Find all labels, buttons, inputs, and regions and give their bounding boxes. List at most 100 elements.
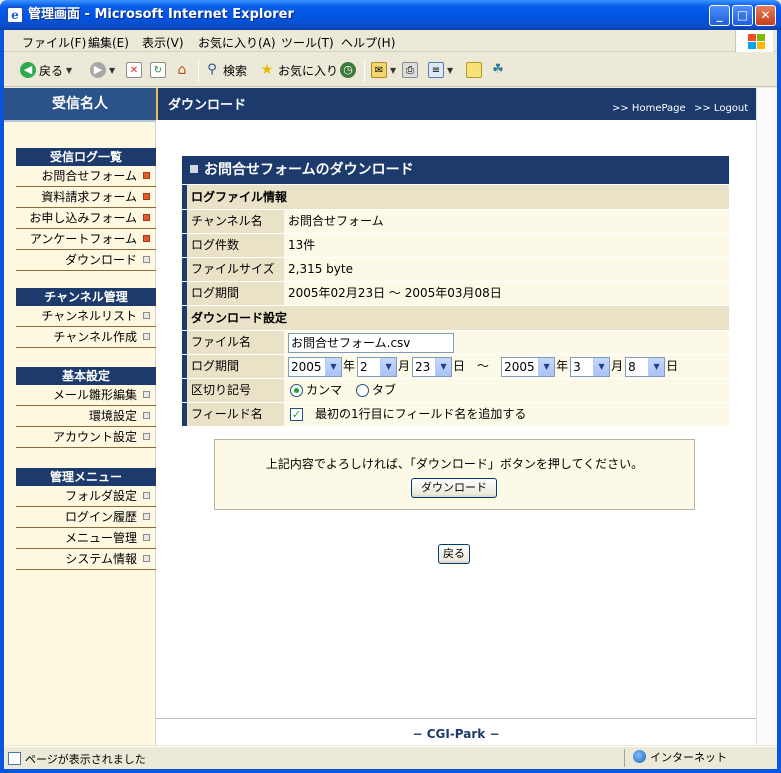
menu-file[interactable]: ファイル(F) [22,34,86,51]
close-button[interactable]: ✕ [755,5,776,26]
sidebar-item-label: メール雛形編集 [52,388,137,402]
menu-tools[interactable]: ツール(T) [281,34,334,51]
mail-icon: ✉ [371,62,387,78]
vertical-scrollbar[interactable] [756,88,777,745]
search-icon: ⚲ [207,62,217,77]
search-button[interactable]: ⚲ 検索 [204,60,247,80]
mail-button[interactable]: ✉ ▼ [371,60,396,80]
add-fieldname-checkbox[interactable]: ✓ [290,408,303,421]
menu-view[interactable]: 表示(V) [142,34,184,51]
stop-button[interactable]: ✕ [126,60,142,80]
favorites-button[interactable]: ★ お気に入り [259,60,338,80]
discuss-button[interactable] [466,60,482,80]
home-button[interactable]: ⌂ [174,60,190,80]
brand-underline [4,120,156,122]
toolbar-separator [198,60,199,82]
sidebar-item-mail-template[interactable]: メール雛形編集 [16,385,156,406]
sidebar-item-label: ログイン履歴 [64,510,137,524]
back-button[interactable]: ◀ 戻る ▼ [20,60,72,80]
range-separator: 〜 [477,359,490,373]
comma-label[interactable]: カンマ [306,379,342,402]
select-value: 2005 [504,359,535,374]
sidebar-item-account[interactable]: アカウント設定 [16,427,156,448]
from-year-select[interactable]: 2005 ▼ [288,356,342,377]
tab-label[interactable]: タブ [372,379,396,402]
chevron-down-icon: ▼ [447,65,454,75]
print-button[interactable]: ⎙ [402,60,418,80]
sidebar-item-label: 環境設定 [88,409,137,423]
minimize-button[interactable]: _ [709,5,730,26]
messenger-icon: ☘ [492,62,504,77]
chevron-down-icon: ▼ [648,357,665,376]
history-button[interactable]: ◷ [340,60,356,80]
download-settings-heading: ダウンロード設定 [182,306,729,330]
filename-input[interactable]: お問合せフォーム.csv [288,332,454,353]
field-label: ログ期間 [182,282,284,305]
log-period-row: ログ期間 2005年02月23日 〜 2005年03月08日 [182,282,729,305]
tab-radio[interactable] [356,384,370,397]
sidebar-heading: 基本設定 [16,367,156,385]
from-month-select[interactable]: 2 ▼ [357,356,398,377]
refresh-button[interactable]: ↻ [150,60,166,80]
sidebar-item-menu-admin[interactable]: メニュー管理 [16,528,156,549]
from-day-select[interactable]: 23 ▼ [412,356,453,377]
forward-button[interactable]: ▶ ▼ [90,60,115,80]
menu-edit[interactable]: 編集(E) [88,34,129,51]
menu-help[interactable]: ヘルプ(H) [341,34,395,51]
edit-page-icon: ≡ [428,62,444,78]
unit-day: 日 [453,359,466,373]
sidebar-item-label: お問合せフォーム [41,169,137,183]
sidebar-item-system-info[interactable]: システム情報 [16,549,156,570]
messenger-button[interactable]: ☘ [490,60,506,80]
chevron-down-icon: ▼ [325,357,341,376]
chevron-down-icon: ▼ [593,357,610,376]
filename-cell: お問合せフォーム.csv [284,331,729,354]
sidebar-item-channel-list[interactable]: チャンネルリスト [16,306,156,327]
comma-radio[interactable] [290,384,303,397]
star-icon: ★ [260,62,274,78]
to-month-select[interactable]: 3 ▼ [570,356,611,377]
menu-favorites[interactable]: お気に入り(A) [198,34,276,51]
bullet-icon [143,412,150,419]
sidebar-item-survey-form[interactable]: アンケートフォーム [16,229,156,250]
sidebar-heading: チャンネル管理 [16,288,156,306]
field-label: 区切り記号 [182,379,284,402]
maximize-button[interactable]: □ [732,5,753,26]
forward-arrow-icon: ▶ [90,62,106,78]
bullet-icon [143,534,150,541]
windows-logo-icon [735,30,773,52]
window-titlebar[interactable]: e 管理画面 - Microsoft Internet Explorer _ □… [0,0,781,30]
sidebar-item-download[interactable]: ダウンロード [16,250,156,271]
unit-day: 日 [666,359,679,373]
sidebar-item-channel-create[interactable]: チャンネル作成 [16,327,156,348]
sidebar-item-document-request[interactable]: 資料請求フォーム [16,187,156,208]
bullet-icon [143,391,150,398]
add-fieldname-label[interactable]: 最初の1行目にフィールド名を追加する [315,403,526,426]
logout-link[interactable]: >> Logout [694,103,748,114]
sidebar-item-folder[interactable]: フォルダ設定 [16,486,156,507]
chevron-down-icon: ▼ [435,357,452,376]
favorites-label: お気に入り [278,63,339,78]
toolbar-separator [364,60,365,82]
to-year-select[interactable]: 2005 ▼ [501,356,556,377]
to-day-select[interactable]: 8 ▼ [625,356,666,377]
back-link-button[interactable]: 戻る [438,544,470,564]
brand-logo: 受信名人 [4,88,156,120]
homepage-link[interactable]: >> HomePage [612,103,686,114]
filename-row: ファイル名 お問合せフォーム.csv [182,331,729,354]
sidebar-item-login-history[interactable]: ログイン履歴 [16,507,156,528]
edit-button[interactable]: ≡ ▼ [428,60,453,80]
chevron-down-icon: ▼ [66,65,73,75]
sidebar-item-label: 資料請求フォーム [41,190,137,204]
bullet-icon [143,333,150,340]
select-value: 2 [360,359,368,374]
sidebar-item-inquiry-form[interactable]: お問合せフォーム [16,166,156,187]
sidebar-item-environment[interactable]: 環境設定 [16,406,156,427]
sidebar-item-application-form[interactable]: お申し込みフォーム [16,208,156,229]
download-button[interactable]: ダウンロード [411,478,497,498]
page-viewport: 受信名人 ダウンロード >> HomePage >> Logout 受信ログ一覧… [4,88,756,745]
sidebar-item-label: アカウント設定 [52,430,137,444]
field-label: ファイル名 [182,331,284,354]
sidebar-heading: 受信ログ一覧 [16,148,156,166]
confirm-notice-box: 上記内容でよろしければ、「ダウンロード」ボタンを押してください。 ダウンロード [214,439,695,510]
